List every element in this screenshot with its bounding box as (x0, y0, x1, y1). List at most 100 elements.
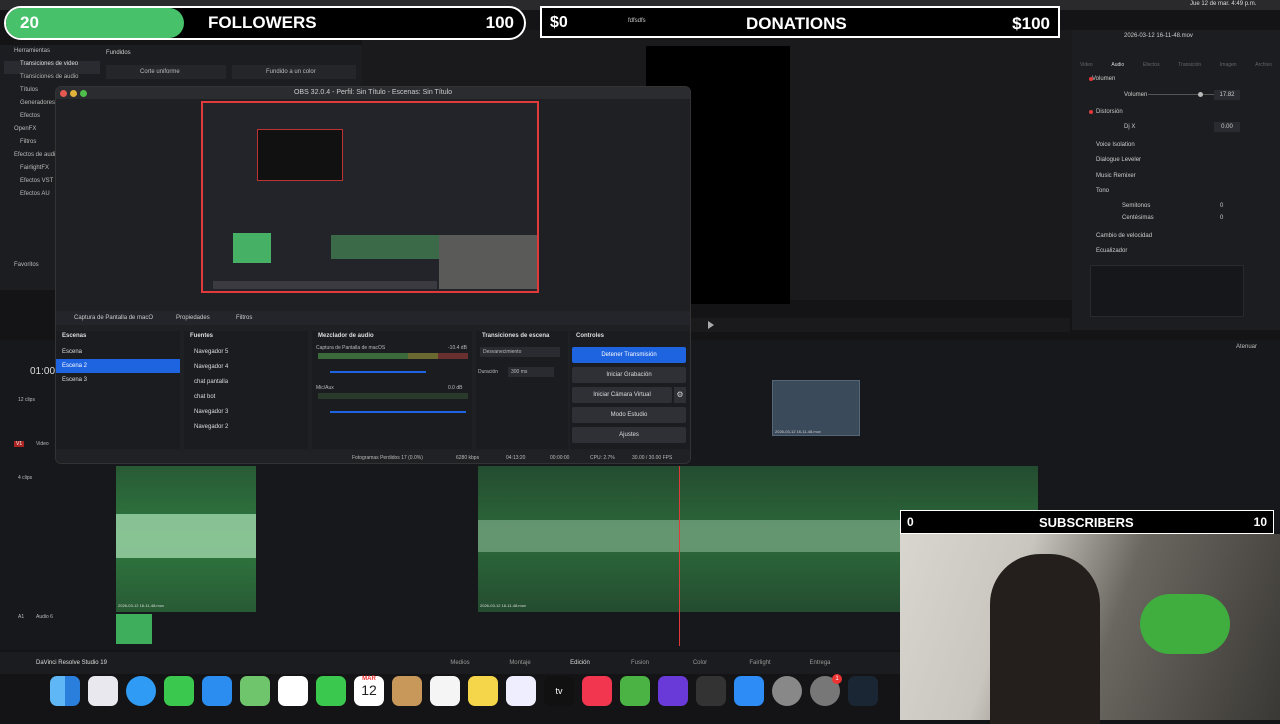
davinci-resolve-icon[interactable] (848, 676, 878, 706)
freeform-icon[interactable] (506, 676, 536, 706)
track-a1[interactable]: A1 (18, 614, 24, 620)
calendar-icon[interactable]: MAR 12 (354, 676, 384, 706)
distortion-section[interactable]: Distorsión (1078, 105, 1272, 119)
transitions-dock: Transiciones de escena Desvanecimiento D… (476, 331, 568, 449)
close-icon[interactable] (60, 90, 67, 97)
reminders-icon[interactable] (430, 676, 460, 706)
gear-icon[interactable]: ⚙ (674, 387, 686, 403)
compressor-icon[interactable] (772, 676, 802, 706)
fade-item[interactable]: Corte uniforme (106, 65, 226, 79)
page-tab-fusion[interactable]: Fusion (620, 660, 660, 666)
clip-count: 12 clips (18, 397, 35, 403)
page-tab-media[interactable]: Medios (440, 660, 480, 666)
playhead[interactable] (679, 466, 680, 646)
filters-button[interactable]: Filtros (236, 311, 252, 325)
cents-row[interactable]: Centésimas 0 (1078, 211, 1272, 225)
video-clip[interactable]: 2026-03-12 16-11-48.mov (772, 380, 860, 436)
volume-fader[interactable] (330, 371, 426, 373)
tree-item[interactable]: Herramientas (4, 48, 100, 61)
page-tab-deliver[interactable]: Entrega (800, 660, 840, 666)
tab-image[interactable]: Imagen (1220, 62, 1237, 68)
transition-select[interactable]: Desvanecimiento (480, 347, 560, 357)
subscribers-goal-bar: 0 SUBSCRIBERS 10 (900, 510, 1274, 534)
final-cut-icon[interactable] (696, 676, 726, 706)
app-store-icon[interactable] (734, 676, 764, 706)
volume-fader[interactable] (330, 411, 466, 413)
facetime-icon[interactable] (316, 676, 346, 706)
volume-value[interactable]: 17.82 (1214, 90, 1240, 100)
page-tab-edit[interactable]: Edición (560, 660, 600, 666)
cents-value[interactable]: 0 (1220, 211, 1223, 225)
equalizer-row[interactable]: Ecualizador (1078, 244, 1272, 258)
tab-transition[interactable]: Transición (1178, 62, 1201, 68)
start-recording-button[interactable]: Iniciar Grabación (572, 367, 686, 383)
distortion-row[interactable]: Dj X 0.00 (1078, 120, 1272, 134)
menubar-clock[interactable]: Jue 12 de mar. 4:49 p.m. (1190, 1, 1256, 7)
duration-input[interactable]: 300 ms (508, 367, 554, 377)
dialogue-leveler-row[interactable]: Dialogue Leveler (1078, 153, 1272, 167)
utorrent-icon[interactable] (620, 676, 650, 706)
studio-mode-button[interactable]: Modo Estudio (572, 407, 686, 423)
properties-button[interactable]: Propiedades (176, 311, 210, 325)
contacts-icon[interactable] (392, 676, 422, 706)
obs-preview[interactable] (201, 101, 539, 293)
zoom-icon[interactable] (80, 90, 87, 97)
play-button[interactable] (708, 321, 714, 329)
scene-item[interactable]: Escena 3 (56, 373, 180, 387)
tab-audio[interactable]: Audio (1111, 62, 1124, 68)
source-item[interactable]: Navegador 5 (188, 345, 304, 360)
photos-icon[interactable] (278, 676, 308, 706)
source-item[interactable]: Navegador 3 (188, 405, 304, 420)
source-item[interactable]: Navegador 2 (188, 420, 304, 435)
music-icon[interactable] (582, 676, 612, 706)
voice-isolation-label: Voice Isolation (1096, 142, 1135, 148)
launchpad-icon[interactable] (88, 676, 118, 706)
track-v1[interactable]: V1 (14, 441, 25, 447)
stop-streaming-button[interactable]: Detener Transmisión (572, 347, 686, 363)
tab-file[interactable]: Archivo (1255, 62, 1272, 68)
distortion-value[interactable]: 0.00 (1214, 122, 1240, 132)
scene-item-selected[interactable]: Escena 2 (56, 359, 180, 373)
controls-title: Controles (576, 333, 605, 339)
minimize-icon[interactable] (70, 90, 77, 97)
speed-change-row[interactable]: Cambio de velocidad (1078, 229, 1272, 243)
tab-video[interactable]: Video (1080, 62, 1093, 68)
volume-section[interactable]: Volumen (1078, 72, 1272, 86)
system-settings-icon[interactable]: 1 (810, 674, 842, 706)
donations-name: fdfsdfs (628, 18, 646, 24)
fade-item[interactable]: Fundido a un color (232, 65, 356, 79)
safari-icon[interactable] (126, 676, 156, 706)
source-item[interactable]: Navegador 4 (188, 360, 304, 375)
messages-icon[interactable] (164, 676, 194, 706)
mail-icon[interactable] (202, 676, 232, 706)
page-tab-cut[interactable]: Montaje (500, 660, 540, 666)
tree-item[interactable]: Transiciones de video (4, 61, 100, 74)
track-audio6[interactable]: Audio 6 (36, 614, 53, 620)
pitch-row[interactable]: Tono (1078, 184, 1272, 198)
page-tab-color[interactable]: Color (680, 660, 720, 666)
clip-label: 2026-03-12 16-11-48.mov (480, 603, 526, 608)
voice-isolation-row[interactable]: Voice Isolation (1078, 138, 1272, 152)
apple-tv-icon[interactable]: tv (544, 676, 574, 706)
page-tab-fairlight[interactable]: Fairlight (740, 660, 780, 666)
nested-preview (257, 129, 343, 181)
attenuate-label[interactable]: Atenuar (1236, 344, 1257, 350)
source-item[interactable]: chat bot (188, 390, 304, 405)
dialogue-leveler-label: Dialogue Leveler (1096, 157, 1142, 163)
notes-icon[interactable] (468, 676, 498, 706)
pitch-label: Tono (1096, 188, 1110, 194)
music-remixer-row[interactable]: Music Remixer (1078, 169, 1272, 183)
source-item[interactable]: chat pantalla (188, 375, 304, 390)
scene-item[interactable]: Escena (56, 345, 180, 359)
audio-clip[interactable]: 2026-03-12 16-11-48.mov (116, 466, 256, 612)
volume-knob[interactable] (1198, 92, 1203, 97)
audio-clip-small[interactable] (116, 614, 152, 644)
settings-button[interactable]: Ajustes (572, 427, 686, 443)
motion-icon[interactable] (658, 676, 688, 706)
finder-icon[interactable] (50, 676, 80, 706)
maps-icon[interactable] (240, 676, 270, 706)
tab-effects[interactable]: Efectos (1143, 62, 1160, 68)
volume-row[interactable]: Volumen 17.82 (1078, 88, 1272, 102)
virtual-camera-button[interactable]: Iniciar Cámara Virtual (572, 387, 672, 403)
volume-slider[interactable] (1148, 94, 1218, 95)
